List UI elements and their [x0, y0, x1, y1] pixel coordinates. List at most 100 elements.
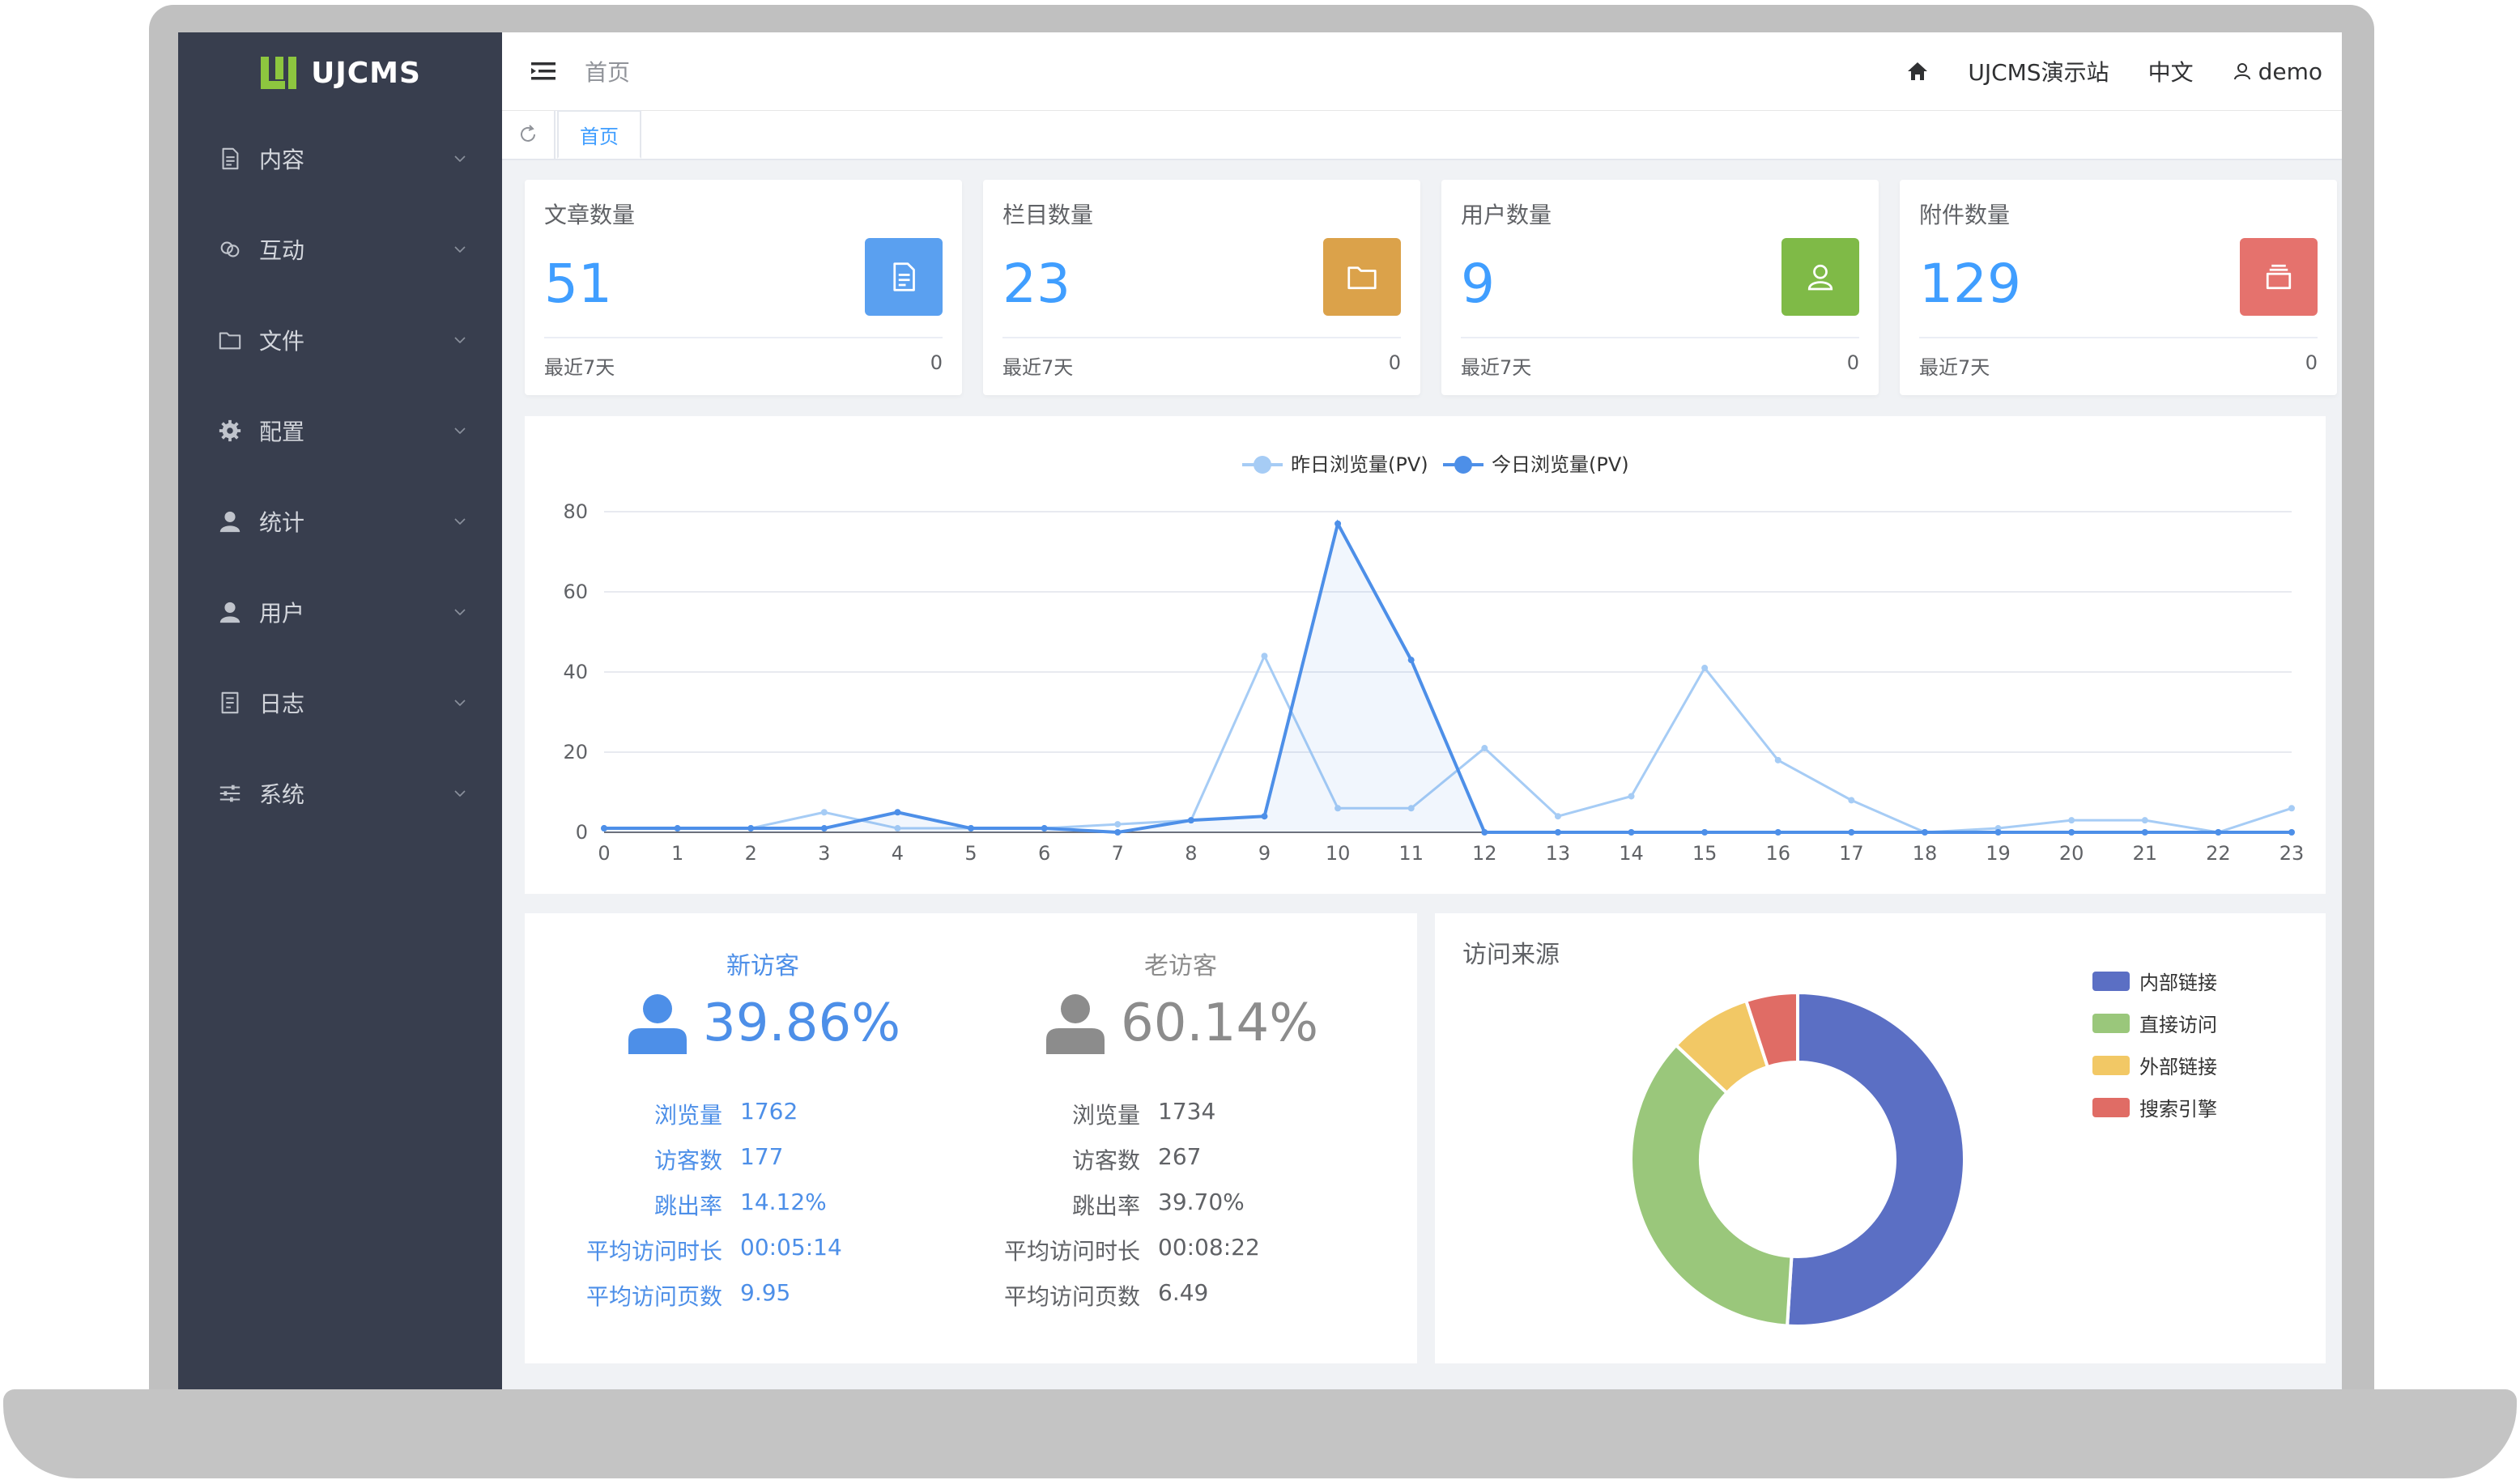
sidebar-item-4[interactable]: 统计 — [178, 476, 502, 567]
sidebar-item-1[interactable]: 互动 — [178, 204, 502, 295]
stat-row-value: 177 — [740, 1143, 784, 1170]
stat-title: 用户数量 — [1461, 202, 1552, 228]
data-point — [1481, 745, 1488, 752]
gear-icon — [219, 419, 241, 442]
breadcrumb[interactable]: 首页 — [585, 55, 630, 87]
legend-marker — [1254, 456, 1271, 474]
user-menu[interactable]: demo — [2233, 58, 2322, 85]
data-point — [1407, 657, 1415, 664]
data-point — [1261, 813, 1268, 820]
stat-row-value: 1762 — [740, 1098, 798, 1125]
sidebar-item-3[interactable]: 配置 — [178, 385, 502, 476]
data-point — [2288, 829, 2295, 836]
stat-footer-label: 最近7天 — [1919, 356, 1990, 379]
stat-footer: 最近7天 0 — [1919, 351, 2318, 380]
user-icon — [217, 599, 243, 625]
sidebar-item-label: 统计 — [259, 509, 305, 536]
x-tick-label: 16 — [1765, 842, 1790, 865]
stat-icon-box — [2240, 238, 2318, 316]
y-tick-label: 0 — [576, 821, 588, 844]
stat-title: 附件数量 — [1919, 202, 2011, 228]
home-icon[interactable] — [1906, 60, 1929, 83]
chevron-down-icon — [454, 790, 466, 797]
hamburger-icon[interactable] — [531, 61, 556, 82]
log-icon — [221, 691, 239, 714]
legend-item[interactable]: 昨日浏览量(PV) — [1242, 453, 1428, 476]
data-point — [894, 809, 901, 816]
legend-item[interactable]: 直接访问 — [2092, 1009, 2217, 1037]
stat-row-label: 跳出率 — [653, 1193, 722, 1219]
divider — [1002, 337, 1401, 338]
document-icon — [893, 262, 915, 291]
refresh-button[interactable] — [502, 110, 556, 159]
stat-card[interactable]: 栏目数量 23 最近7天 0 — [983, 180, 1420, 395]
data-point — [1848, 797, 1855, 804]
x-tick-label: 7 — [1112, 842, 1124, 865]
x-tick-label: 17 — [1839, 842, 1864, 865]
stat-footer-label: 最近7天 — [1461, 356, 1532, 379]
sidebar-item-0[interactable]: 内容 — [178, 113, 502, 204]
stat-row-value: 00:05:14 — [740, 1234, 842, 1261]
data-point — [2141, 817, 2148, 824]
data-point — [968, 825, 975, 832]
stat-footer-value: 0 — [1846, 351, 1859, 374]
stat-row-value: 00:08:22 — [1158, 1234, 1260, 1261]
x-tick-label: 3 — [818, 842, 830, 865]
data-point — [1921, 829, 1928, 836]
logo[interactable]: UJCMS — [178, 32, 502, 113]
chat-icon — [220, 241, 240, 257]
chat-icon — [217, 236, 243, 262]
language-switch[interactable]: 中文 — [2148, 55, 2194, 87]
legend-label: 外部链接 — [2139, 1056, 2217, 1078]
x-tick-label: 14 — [1619, 842, 1644, 865]
logo-text: UJCMS — [311, 56, 421, 90]
x-tick-label: 0 — [598, 842, 610, 865]
sidebar-item-2[interactable]: 文件 — [178, 295, 502, 385]
legend-item[interactable]: 搜索引擎 — [2092, 1093, 2217, 1121]
legend-item[interactable]: 内部链接 — [2092, 967, 2217, 995]
tags-bar: 首页 — [502, 110, 2342, 160]
sidebar-item-7[interactable]: 系统 — [178, 748, 502, 839]
data-point — [2068, 817, 2075, 824]
document-icon — [217, 146, 243, 172]
folder-icon — [217, 327, 243, 353]
stat-footer-label: 最近7天 — [544, 356, 615, 379]
stat-card[interactable]: 用户数量 9 最近7天 0 — [1441, 180, 1879, 395]
sidebar-item-label: 内容 — [259, 147, 305, 173]
legend-label: 直接访问 — [2139, 1014, 2217, 1036]
x-tick-label: 22 — [2206, 842, 2231, 865]
stat-footer-label: 最近7天 — [1002, 356, 1074, 379]
tab-home[interactable]: 首页 — [557, 110, 641, 159]
app-window: UJCMS 内容互动 文件 配置统计用户 日志 系统 首页 UJCMS演示站 中文 de… — [178, 32, 2342, 1389]
x-tick-label: 12 — [1472, 842, 1497, 865]
stat-row-label: 平均访问页数 — [585, 1283, 722, 1310]
header-actions: UJCMS演示站 中文 demo — [1906, 55, 2322, 87]
data-point — [1334, 520, 1342, 527]
stat-row-value: 39.70% — [1158, 1189, 1245, 1215]
visitor-panel: 新访客 39.86% 浏览量 1762 访客数 177 跳出率 14.12% 平均访问时长 0… — [525, 913, 1417, 1363]
y-tick-label: 80 — [563, 500, 588, 523]
stat-card[interactable]: 文章数量 51 最近7天 0 — [525, 180, 962, 395]
divider — [544, 337, 943, 338]
new-visitor-percent: 39.86% — [702, 993, 901, 1053]
sidebar-item-5[interactable]: 用户 — [178, 567, 502, 657]
donut-slice[interactable] — [1628, 1043, 1794, 1328]
divider — [1461, 337, 1859, 338]
legend-item[interactable]: 外部链接 — [2092, 1051, 2217, 1079]
stat-icon-box — [865, 238, 943, 316]
site-name-link[interactable]: UJCMS演示站 — [1968, 55, 2109, 87]
sidebar-item-6[interactable]: 日志 — [178, 657, 502, 748]
stat-card[interactable]: 附件数量 129 最近7天 0 — [1900, 180, 2337, 395]
chevron-down-icon — [454, 246, 466, 253]
stat-row-label: 浏览量 — [653, 1102, 722, 1129]
user-icon — [219, 602, 241, 623]
gear-icon — [217, 418, 243, 444]
chevron-down-icon — [454, 337, 466, 343]
x-tick-label: 13 — [1546, 842, 1571, 865]
chevron-down-icon — [454, 155, 466, 162]
donut-slice[interactable] — [1785, 990, 1966, 1328]
stat-title: 栏目数量 — [1002, 202, 1094, 228]
legend-item[interactable]: 今日浏览量(PV) — [1443, 453, 1629, 476]
stat-row-value: 6.49 — [1158, 1279, 1209, 1306]
data-point — [1554, 829, 1561, 836]
